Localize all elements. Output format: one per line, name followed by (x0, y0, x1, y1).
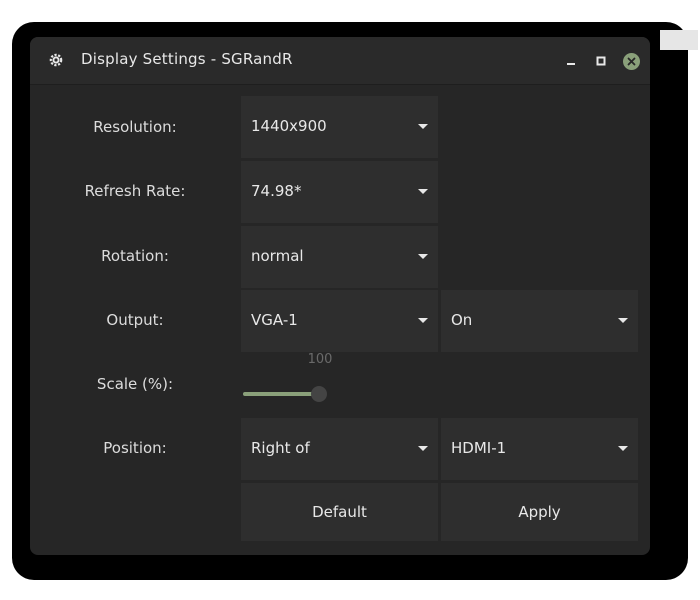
scale-slider-handle[interactable] (311, 386, 327, 402)
maximize-icon[interactable] (591, 51, 611, 71)
rotation-dropdown[interactable]: normal (241, 226, 438, 288)
chevron-down-icon (418, 124, 428, 129)
refresh-rate-dropdown[interactable]: 74.98* (241, 161, 438, 223)
resolution-value: 1440x900 (251, 117, 327, 135)
minimize-icon[interactable] (561, 51, 581, 71)
settings-gear-icon (48, 52, 64, 68)
refresh-rate-label: Refresh Rate: (84, 182, 186, 200)
position-target-value: HDMI-1 (451, 439, 507, 457)
chevron-down-icon (618, 446, 628, 451)
position-relation-value: Right of (251, 439, 310, 457)
rotation-label: Rotation: (101, 247, 169, 265)
chevron-down-icon (418, 446, 428, 451)
position-label: Position: (103, 439, 167, 457)
output-value: VGA-1 (251, 311, 298, 329)
output-state-dropdown[interactable]: On (441, 290, 638, 352)
title-bar[interactable]: Display Settings - SGRandR (30, 37, 650, 85)
output-dropdown[interactable]: VGA-1 (241, 290, 438, 352)
close-icon[interactable] (621, 51, 641, 71)
window-title: Display Settings - SGRandR (81, 50, 293, 68)
position-relation-dropdown[interactable]: Right of (241, 418, 438, 480)
desktop-edge (660, 30, 698, 50)
close-button[interactable] (622, 52, 640, 70)
default-button[interactable]: Default (241, 483, 438, 541)
refresh-rate-value: 74.98* (251, 182, 302, 200)
chevron-down-icon (418, 254, 428, 259)
scale-label: Scale (%): (96, 375, 174, 393)
rotation-value: normal (251, 247, 304, 265)
resolution-label: Resolution: (93, 118, 177, 136)
apply-button[interactable]: Apply (441, 483, 638, 541)
position-target-dropdown[interactable]: HDMI-1 (441, 418, 638, 480)
output-state-value: On (451, 311, 473, 329)
output-label: Output: (106, 311, 164, 329)
display-settings-window: Display Settings - SGRandR Resolution: 1… (30, 37, 650, 555)
chevron-down-icon (418, 318, 428, 323)
scale-slider-track[interactable] (243, 392, 321, 396)
resolution-dropdown[interactable]: 1440x900 (241, 96, 438, 158)
chevron-down-icon (418, 189, 428, 194)
scale-value: 100 (307, 352, 333, 367)
chevron-down-icon (618, 318, 628, 323)
